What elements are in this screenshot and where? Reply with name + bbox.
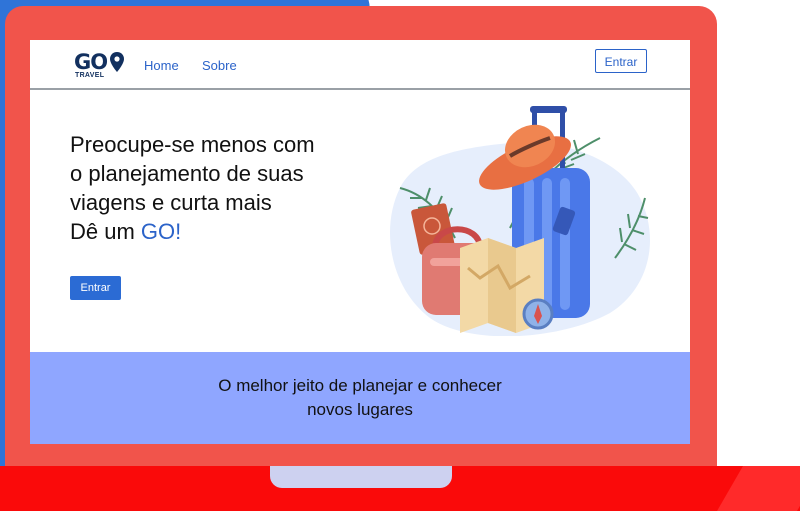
banner-section: O melhor jeito de planejar e conhecer no… [30,352,690,444]
hero-line-4-prefix: Dê um [70,219,141,244]
nav-link-sobre[interactable]: Sobre [202,58,237,73]
travel-illustration [390,106,650,336]
compass-icon [522,298,554,330]
navbar: GO TRAVEL Home Sobre Entrar [30,40,690,90]
nav-link-home[interactable]: Home [144,58,179,73]
nav-login-button[interactable]: Entrar [595,49,647,73]
hero-accent-go: GO! [140,219,182,244]
hero-line-1: Preocupe-se menos com [70,132,315,157]
banner-line-1: O melhor jeito de planejar e conhecer [218,376,502,395]
logo[interactable]: GO TRAVEL [74,50,134,82]
logo-text: GO [74,50,108,74]
map-pin-icon [110,52,124,72]
hero-headline: Preocupe-se menos com o planejamento de … [70,130,390,246]
banner-line-2: novos lugares [307,400,413,419]
banner-text: O melhor jeito de planejar e conhecer no… [160,374,560,422]
hero-line-2: o planejamento de suas [70,161,304,186]
website-screen: GO TRAVEL Home Sobre Entrar Preocupe-se … [30,40,690,444]
hero-line-4: Dê um GO! [70,217,390,246]
hero-line-3: viagens e curta mais [70,190,272,215]
hero-login-button[interactable]: Entrar [70,276,121,300]
laptop-trackpad [270,466,452,488]
logo-subtext: TRAVEL [75,72,105,79]
